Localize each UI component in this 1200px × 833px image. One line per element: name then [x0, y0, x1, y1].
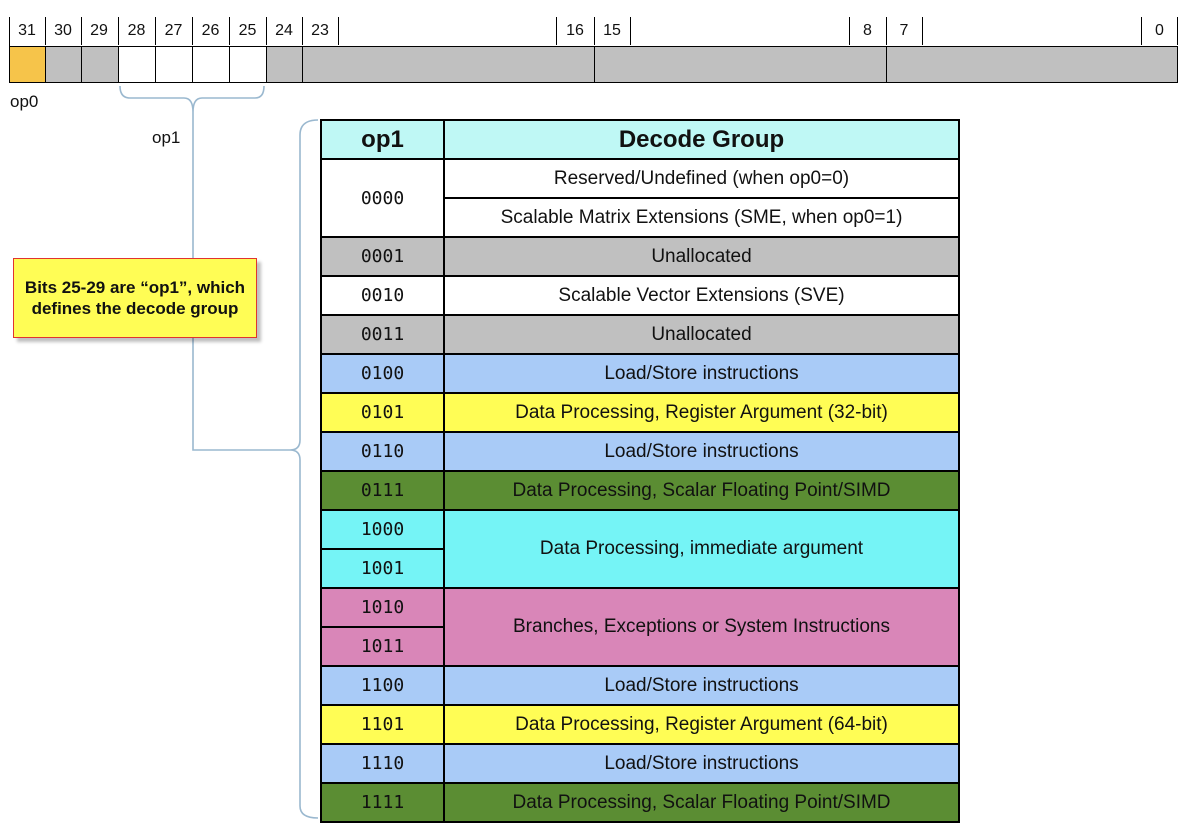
op1-code-cell: 1111 [320, 782, 445, 823]
table-row: 0100 Load/Store instructions [320, 353, 960, 394]
decode-group-cell: Load/Store instructions [443, 431, 960, 472]
decode-group-cell: Data Processing, Scalar Floating Point/S… [443, 782, 960, 823]
table-row: 1000 Data Processing, immediate argument [320, 509, 960, 589]
op1-code-cell: 0010 [320, 275, 445, 316]
op1-code-cell: 0011 [320, 314, 445, 355]
decode-group-cell: Unallocated [443, 314, 960, 355]
table-row: 1101 Data Processing, Register Argument … [320, 704, 960, 745]
decode-group-table: op1 Decode Group 0000 Reserved/Undefined… [320, 119, 960, 823]
op1-code-cell: 0100 [320, 353, 445, 394]
decode-group-cell: Load/Store instructions [443, 353, 960, 394]
decode-group-cell: Load/Store instructions [443, 665, 960, 706]
decode-group-cell: Load/Store instructions [443, 743, 960, 784]
table-row: 1010 Branches, Exceptions or System Inst… [320, 587, 960, 667]
op1-code-cell: 1010 [320, 587, 445, 628]
table-row: 1110 Load/Store instructions [320, 743, 960, 784]
table-row: 0101 Data Processing, Register Argument … [320, 392, 960, 433]
op1-code-cell: 1001 [320, 548, 445, 589]
decode-group-cell: Reserved/Undefined (when op0=0) [443, 158, 960, 199]
op1-code-cell: 1000 [320, 509, 445, 550]
table-row: 0011 Unallocated [320, 314, 960, 355]
table-brace [289, 119, 319, 819]
op1-code-cell: 0111 [320, 470, 445, 511]
op1-bracket [119, 85, 265, 113]
header-decode-group: Decode Group [443, 119, 960, 160]
header-op1: op1 [320, 119, 445, 160]
decode-group-cell: Scalable Vector Extensions (SVE) [443, 275, 960, 316]
table-row: 0110 Load/Store instructions [320, 431, 960, 472]
op1-code-cell: 1011 [320, 626, 445, 667]
op1-code-cell: 1101 [320, 704, 445, 745]
op1-code-cell: 0001 [320, 236, 445, 277]
op1-code-cell: 0101 [320, 392, 445, 433]
op1-code-cell: 0000 [320, 158, 445, 238]
op1-code-cell: 0110 [320, 431, 445, 472]
decode-group-cell: Data Processing, Register Argument (64-b… [443, 704, 960, 745]
op1-code-cell: 1100 [320, 665, 445, 706]
table-row: 1100 Load/Store instructions [320, 665, 960, 706]
decode-group-cell: Branches, Exceptions or System Instructi… [443, 587, 960, 667]
decode-group-cell: Scalable Matrix Extensions (SME, when op… [443, 197, 960, 238]
decode-group-cell: Data Processing, Scalar Floating Point/S… [443, 470, 960, 511]
table-row: 1111 Data Processing, Scalar Floating Po… [320, 782, 960, 823]
op1-callout: Bits 25-29 are “op1”, which defines the … [13, 258, 257, 338]
decode-group-cell: Data Processing, Register Argument (32-b… [443, 392, 960, 433]
table-header-row: op1 Decode Group [320, 119, 960, 160]
decode-group-cell: Unallocated [443, 236, 960, 277]
op1-code-cell: 1110 [320, 743, 445, 784]
table-row: 0010 Scalable Vector Extensions (SVE) [320, 275, 960, 316]
table-row: 0001 Unallocated [320, 236, 960, 277]
table-row: 0111 Data Processing, Scalar Floating Po… [320, 470, 960, 511]
decode-group-cell: Data Processing, immediate argument [443, 509, 960, 589]
table-row: 0000 Reserved/Undefined (when op0=0) [320, 158, 960, 238]
